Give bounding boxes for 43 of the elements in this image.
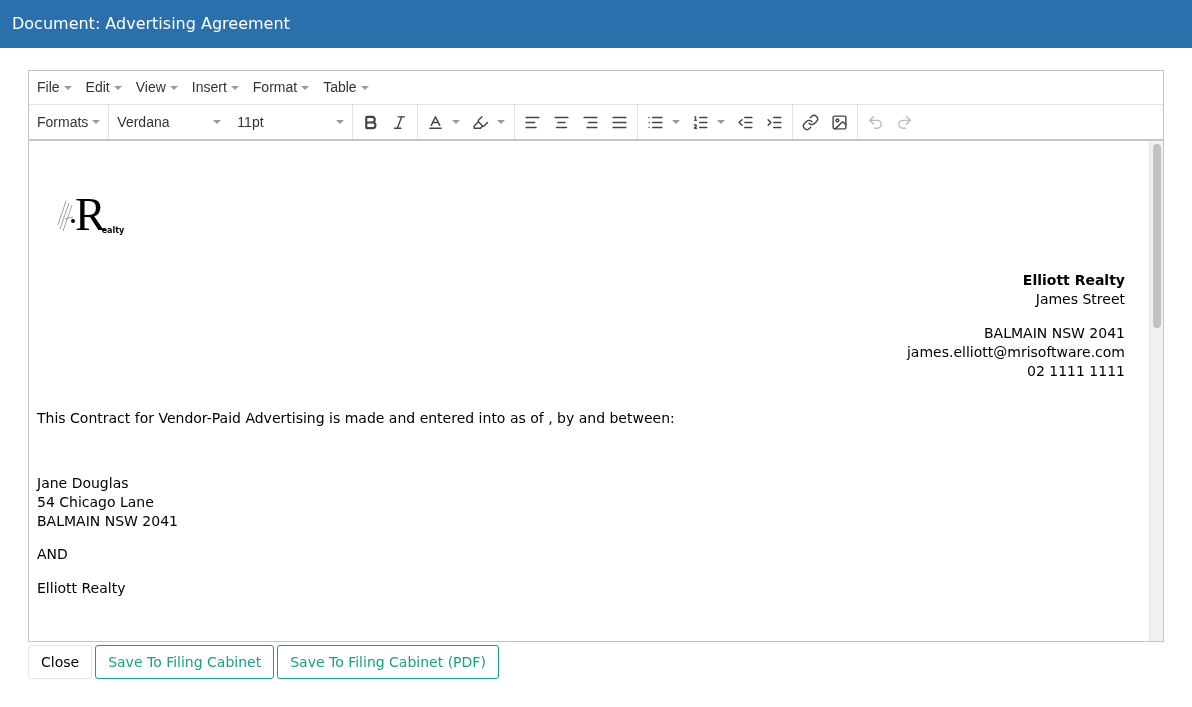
sender-line: 02 1111 1111 [1027,362,1125,381]
caret-icon [301,85,310,90]
close-button[interactable]: Close [28,645,93,679]
party-address-line: 54 Chicago Lane [37,493,155,512]
caret-icon [92,120,101,124]
formats-dropdown[interactable]: Formats [29,105,110,139]
caret-icon [230,85,239,90]
link-icon [802,113,820,131]
menu-item[interactable]: File [37,77,72,98]
image-icon [831,113,849,131]
caret-icon [169,85,178,90]
menu-item[interactable]: Table [323,77,369,98]
caret-icon [452,120,461,124]
logo-drawing: Realty [57,185,127,235]
font-dropdown[interactable]: Verdana [109,105,230,139]
caret-icon [717,120,726,124]
agent-name: Elliott Realty [37,579,127,598]
caret-icon [672,120,681,124]
undo-icon [867,113,885,131]
font-size-dropdown[interactable]: 11pt [229,105,354,139]
menu-item[interactable]: Insert [191,77,239,98]
caret-icon [497,120,506,124]
menu-item[interactable]: View [135,77,178,98]
sender-line: James Street [1035,290,1125,309]
text-color-icon [427,113,445,131]
intro-paragraph: This Contract for Vendor-Paid Advertising is made and entered into as of , by and between: [37,409,676,428]
menu-item[interactable]: Format [252,77,310,98]
caret-icon [213,120,222,124]
caret-icon [63,85,72,90]
sender-line: BALMAIN NSW 2041 [984,324,1125,343]
menu-item[interactable]: Edit [85,77,122,98]
window-title: Document: Advertising Agreement [12,13,290,35]
caret-icon [113,85,122,90]
conjunction-text: AND [37,545,69,564]
caret-icon [336,120,345,124]
numbered-list-icon [692,113,710,131]
sender-line: james.elliott@mrisoftware.com [906,343,1125,362]
party-address-line: BALMAIN NSW 2041 [37,512,179,531]
party-address-line: Jane Douglas [37,474,130,493]
redo-icon [896,113,914,131]
highlight-icon [472,113,490,131]
caret-icon [360,85,369,90]
sender-line: Elliott Realty [1022,271,1125,290]
